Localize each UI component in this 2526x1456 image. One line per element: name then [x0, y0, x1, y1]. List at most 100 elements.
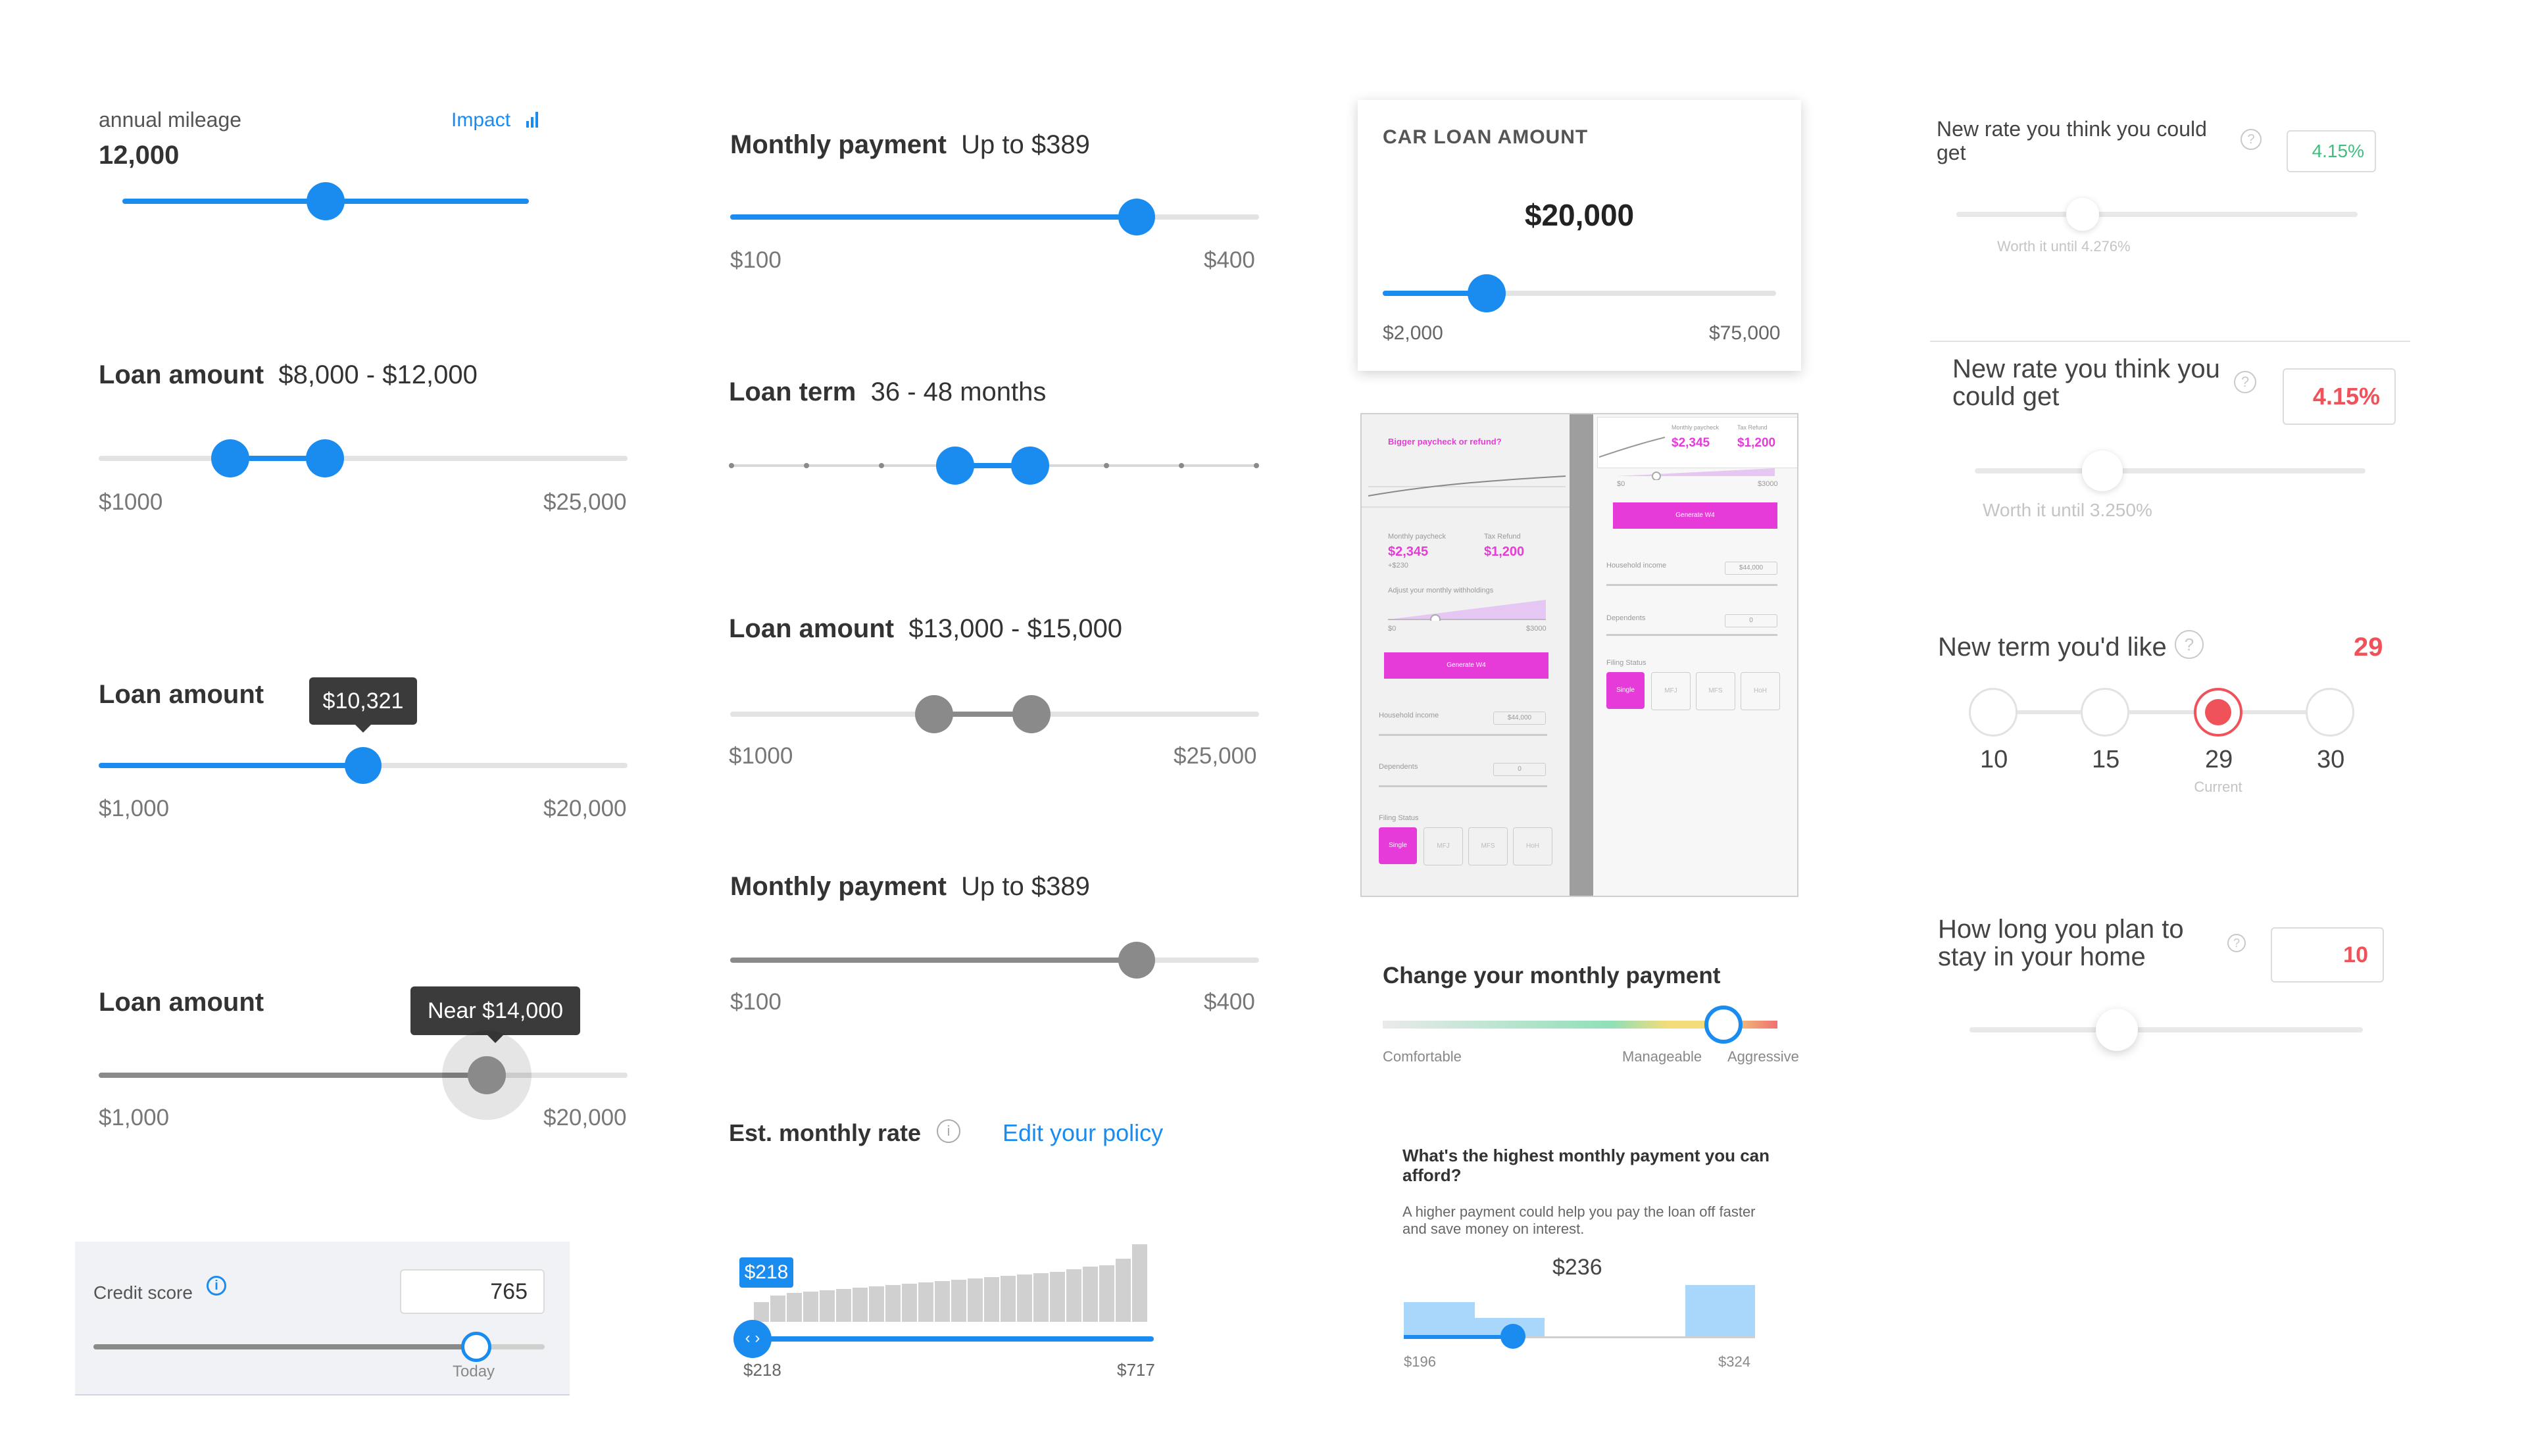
loan-term-label: Loan term [729, 377, 856, 406]
dependents-slider[interactable] [1379, 785, 1547, 787]
new-term-label: New term you'd like [1938, 633, 2167, 662]
highest-bar [1685, 1285, 1755, 1338]
generate-w4-button-2[interactable]: Generate W4 [1613, 502, 1777, 529]
payment-gradient-thumb[interactable] [1704, 1006, 1743, 1044]
mockup-household-label: Household income [1379, 712, 1439, 719]
highest-max: $324 [1718, 1353, 1750, 1370]
filing-hoh-2[interactable]: HoH [1741, 672, 1780, 710]
filing-mfs-2[interactable]: MFS [1696, 672, 1735, 710]
term-option-29-selected[interactable] [2194, 688, 2242, 737]
filing-hoh[interactable]: HoH [1513, 827, 1552, 865]
histogram-bar [968, 1278, 983, 1322]
credit-score-fill [93, 1344, 476, 1349]
histogram-bar [770, 1296, 785, 1322]
credit-score-thumb[interactable] [461, 1332, 491, 1362]
new-rate1-track[interactable] [1956, 212, 2358, 217]
loan-term-max-thumb[interactable] [1011, 447, 1049, 485]
filing-mfs[interactable]: MFS [1468, 827, 1508, 865]
filing-mfj-2[interactable]: MFJ [1651, 672, 1691, 710]
tick-dot [1179, 463, 1184, 468]
loan-range-label: Loan amount [99, 360, 264, 389]
household-input[interactable]: $44,000 [1493, 712, 1546, 725]
dependents-input-2[interactable]: 0 [1725, 614, 1777, 627]
help-icon[interactable]: ? [2175, 630, 2204, 659]
section-divider [1930, 341, 2410, 342]
edit-policy-link[interactable]: Edit your policy [1003, 1119, 1163, 1147]
loan-range2-min-thumb[interactable] [915, 695, 953, 733]
household-slider-2[interactable] [1606, 584, 1777, 586]
histogram-bar [1083, 1267, 1098, 1322]
new-term-value: 29 [2354, 633, 2383, 662]
impact-link[interactable]: Impact [451, 109, 510, 132]
mockup-paycheck-label: Monthly paycheck [1388, 533, 1447, 541]
dependents-slider-2[interactable] [1606, 634, 1777, 636]
loan-near-fill [99, 1073, 487, 1078]
car-loan-title: CAR LOAN AMOUNT [1383, 126, 1589, 148]
monthly-header-2: Monthly payment Up to $389 [730, 872, 1090, 902]
info-icon[interactable]: i [207, 1276, 226, 1296]
term-option-10[interactable] [1969, 688, 2018, 737]
term-option-15[interactable] [2081, 688, 2129, 737]
filing-mfj[interactable]: MFJ [1424, 827, 1463, 865]
new-rate2-label: New rate you think you could get [1952, 354, 2220, 411]
info-icon[interactable]: i [937, 1119, 960, 1143]
loan-near-min: $1,000 [99, 1105, 170, 1130]
loan-range-min-thumb[interactable] [211, 439, 249, 477]
histogram-bar [1033, 1273, 1049, 1322]
loan-term-value: 36 - 48 months [870, 377, 1047, 406]
new-rate2-track[interactable] [1975, 468, 2365, 473]
monthly-thumb-1[interactable] [1118, 199, 1155, 235]
dependents-input[interactable]: 0 [1493, 763, 1546, 776]
stay-thumb[interactable] [2096, 1009, 2138, 1051]
new-rate2-input[interactable]: 4.15% [2283, 368, 2396, 425]
loan-near-max: $20,000 [543, 1105, 627, 1130]
new-rate2-thumb[interactable] [2082, 450, 2123, 491]
generate-w4-button[interactable]: Generate W4 [1384, 652, 1548, 679]
loan-range-track[interactable] [99, 456, 628, 461]
mileage-slider-thumb[interactable] [307, 182, 345, 220]
help-icon[interactable]: ? [2227, 934, 2246, 952]
mockup-delta: +$230 [1388, 562, 1408, 570]
filing-single-2[interactable]: Single [1606, 672, 1645, 709]
tick-dot [1254, 463, 1259, 468]
zone-manageable: Manageable [1622, 1048, 1702, 1065]
loan-near-thumb[interactable] [468, 1056, 506, 1094]
loan-range2-max-thumb[interactable] [1012, 695, 1051, 733]
filing-single[interactable]: Single [1379, 827, 1417, 864]
highest-thumb[interactable] [1500, 1324, 1525, 1349]
loan-range-max-thumb[interactable] [306, 439, 344, 477]
new-rate1-thumb[interactable] [2066, 198, 2099, 231]
household-input-2[interactable]: $44,000 [1725, 562, 1777, 575]
household-slider[interactable] [1379, 734, 1547, 736]
help-icon[interactable]: ? [2234, 371, 2256, 393]
mockup-refund-label: Tax Refund [1484, 533, 1521, 541]
monthly-thumb-2[interactable] [1118, 942, 1155, 979]
loan-range2-value: $13,000 - $15,000 [908, 614, 1123, 643]
current-label: Current [2194, 779, 2242, 795]
new-rate1-input[interactable]: 4.15% [2287, 130, 2376, 172]
histogram-bar [984, 1277, 999, 1322]
term-option-30[interactable] [2306, 688, 2354, 737]
histogram-bar [803, 1292, 818, 1322]
new-term-track[interactable] [1993, 710, 2333, 714]
term-label-15: 15 [2092, 746, 2120, 773]
credit-score-input[interactable]: 765 [400, 1269, 545, 1314]
loan-near-label: Loan amount [99, 988, 264, 1017]
est-rate-track[interactable] [750, 1336, 1154, 1342]
histogram-bar [935, 1281, 950, 1322]
loan-tooltip-thumb[interactable] [345, 747, 382, 784]
range-handle[interactable]: ‹ › [733, 1320, 772, 1358]
tick-dot [729, 463, 734, 468]
help-icon[interactable]: ? [2241, 129, 2262, 150]
loan-term-min-thumb[interactable] [936, 447, 974, 485]
zone-aggressive: Aggressive [1727, 1048, 1799, 1065]
price-badge: $218 [739, 1257, 793, 1288]
highest-fill [1404, 1335, 1514, 1339]
mockup-r-household-label: Household income [1606, 562, 1667, 570]
loan-range-min: $1000 [99, 489, 163, 515]
stay-track[interactable] [1969, 1027, 2363, 1032]
loan-tooltip-fill [99, 763, 363, 768]
stay-input[interactable]: 10 [2271, 927, 2384, 983]
mockup-r-refund-label: Tax Refund [1737, 424, 1768, 431]
car-loan-thumb[interactable] [1468, 274, 1506, 312]
